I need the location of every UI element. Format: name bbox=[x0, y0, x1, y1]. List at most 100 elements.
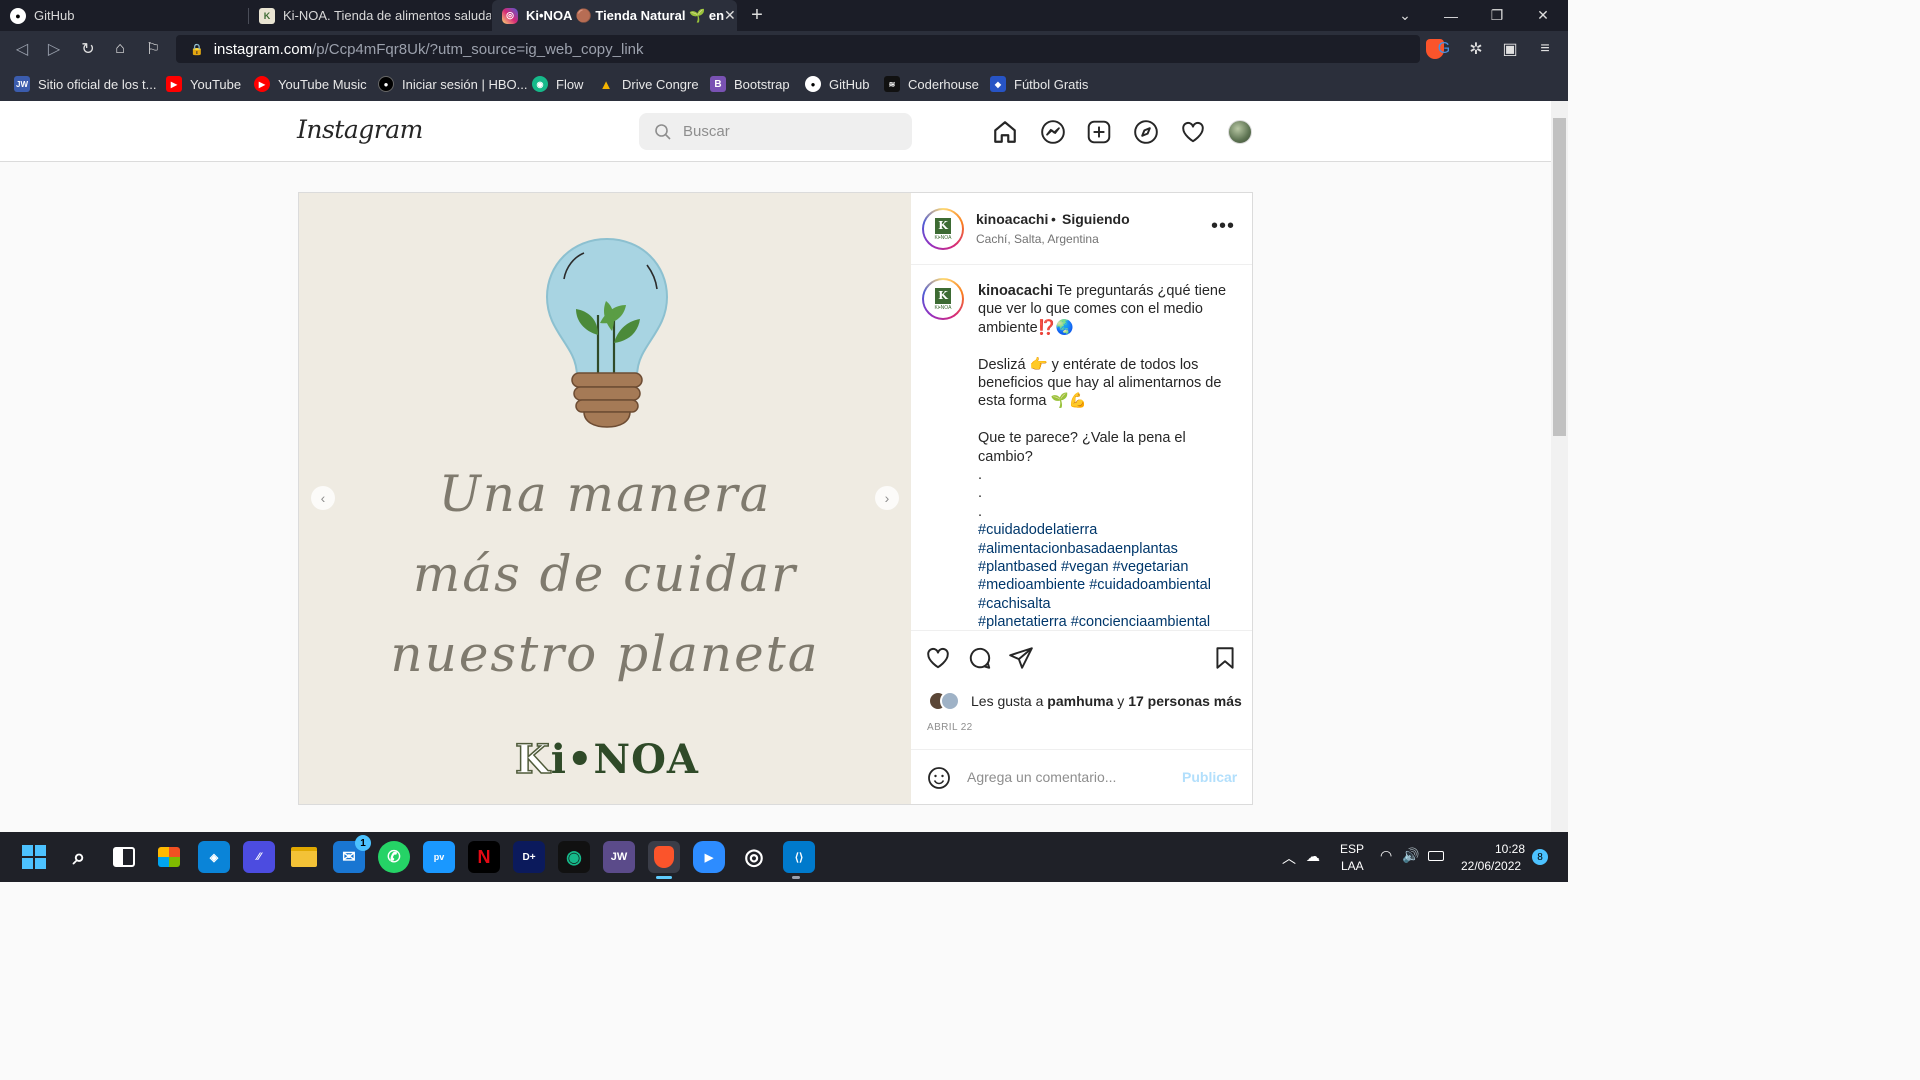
wallet-icon[interactable]: ▣ bbox=[1498, 37, 1522, 61]
flow-app-icon[interactable]: ◉ bbox=[558, 841, 590, 873]
bookmark-bootstrap[interactable]: B Bootstrap bbox=[710, 74, 790, 94]
prime-video-icon[interactable]: pv bbox=[423, 841, 455, 873]
tab-search-chevron-icon[interactable]: ⌄ bbox=[1382, 0, 1428, 31]
tray-overflow-chevron-icon[interactable]: ︿ bbox=[1282, 848, 1296, 868]
likes-user[interactable]: pamhuma bbox=[1047, 693, 1113, 709]
tab-title: Ki-NOA. Tienda de alimentos saludables bbox=[283, 8, 491, 23]
new-tab-button[interactable]: + bbox=[740, 0, 774, 31]
mail-icon[interactable]: ✉ 1 bbox=[333, 835, 371, 873]
home-icon[interactable] bbox=[992, 119, 1018, 145]
bookmark-flow[interactable]: ◉ Flow bbox=[532, 74, 583, 94]
following-button[interactable]: Siguiendo bbox=[1062, 211, 1130, 227]
keyboard-layout[interactable]: LAA bbox=[1341, 859, 1364, 873]
bookmark-youtube[interactable]: ▶ YouTube bbox=[166, 74, 241, 94]
file-explorer-icon[interactable] bbox=[288, 841, 320, 873]
tab-github[interactable]: ● GitHub bbox=[0, 0, 248, 31]
hashtag-line[interactable]: #planetatierra #concienciaambiental bbox=[978, 613, 1228, 629]
whatsapp-icon[interactable]: ✆ bbox=[378, 841, 410, 873]
messenger-icon[interactable] bbox=[1040, 119, 1066, 145]
hashtag-line[interactable]: #cuidadodelatierra bbox=[978, 521, 1228, 539]
scrollbar-thumb[interactable] bbox=[1553, 118, 1566, 436]
windows-start-icon[interactable] bbox=[18, 841, 50, 873]
tab-instagram[interactable]: ◎ Ki•NOA 🟤 Tienda Natural 🌱 en ✕ bbox=[492, 0, 737, 31]
hashtag-line[interactable]: #alimentacionbasadaenplantas bbox=[978, 540, 1228, 558]
clock-date[interactable]: 22/06/2022 bbox=[1461, 859, 1521, 873]
brave-browser-icon[interactable] bbox=[648, 841, 680, 873]
bookmark-label: Coderhouse bbox=[908, 76, 979, 92]
instagram-logo[interactable]: Instagram bbox=[297, 115, 423, 144]
comment-input[interactable] bbox=[967, 763, 1172, 791]
zoom-icon[interactable]: ▶ bbox=[693, 841, 725, 873]
forward-icon[interactable]: ▷ bbox=[42, 37, 66, 61]
home-icon[interactable]: ⌂ bbox=[108, 37, 132, 61]
more-options-icon[interactable]: ••• bbox=[1211, 215, 1235, 238]
carousel-next-button[interactable]: › bbox=[875, 486, 899, 510]
hashtag-line[interactable]: #cachisalta bbox=[978, 595, 1228, 613]
close-tab-icon[interactable]: ✕ bbox=[724, 7, 736, 24]
author-username[interactable]: kinoacachi bbox=[976, 211, 1048, 227]
disney-plus-icon[interactable]: D+ bbox=[513, 841, 545, 873]
running-app-indicator bbox=[792, 876, 800, 879]
obs-icon[interactable]: ◎ bbox=[738, 841, 770, 873]
like-heart-icon[interactable] bbox=[925, 645, 951, 671]
tab-kinoa-store[interactable]: K Ki-NOA. Tienda de alimentos saludables bbox=[249, 0, 491, 31]
task-view-icon[interactable] bbox=[108, 841, 140, 873]
bookmark-coderhouse[interactable]: ≋ Coderhouse bbox=[884, 74, 979, 94]
netflix-icon[interactable]: N bbox=[468, 841, 500, 873]
post-date[interactable]: ABRIL 22 bbox=[927, 722, 973, 733]
translate-icon[interactable]: G bbox=[1432, 37, 1456, 61]
emoji-icon[interactable] bbox=[927, 766, 951, 790]
clock-time[interactable]: 10:28 bbox=[1495, 842, 1525, 856]
restore-icon[interactable]: ❐ bbox=[1474, 0, 1520, 31]
store-icon[interactable] bbox=[153, 841, 185, 873]
vscode-icon[interactable]: ⟨⟩ bbox=[783, 841, 815, 873]
address-bar[interactable]: 🔒 instagram.com/p/Ccp4mFqr8Uk/?utm_sourc… bbox=[176, 35, 1444, 63]
close-window-icon[interactable]: ✕ bbox=[1520, 0, 1566, 31]
activity-heart-icon[interactable] bbox=[1180, 119, 1206, 145]
caption-avatar[interactable]: K Ki•NOA bbox=[922, 278, 964, 320]
bookmark-icon[interactable]: ⚐ bbox=[141, 37, 165, 61]
onedrive-icon[interactable]: ☁ bbox=[1306, 848, 1320, 865]
comment-icon[interactable] bbox=[967, 645, 993, 671]
extensions-icon[interactable]: ✲ bbox=[1464, 37, 1488, 61]
bookmark-futbol[interactable]: ◆ Fútbol Gratis bbox=[990, 74, 1088, 94]
app-blue-icon[interactable]: ◈ bbox=[198, 841, 230, 873]
bookmark-drive[interactable]: ▲ Drive Congre bbox=[598, 74, 699, 94]
hashtag-line[interactable]: #medioambiente #cuidadoambiental bbox=[978, 576, 1228, 594]
likers-avatars[interactable] bbox=[928, 691, 964, 711]
wifi-icon[interactable]: ◠ bbox=[1380, 847, 1392, 864]
caption-username[interactable]: kinoacachi bbox=[978, 283, 1053, 299]
jw-library-icon[interactable]: JW bbox=[603, 841, 635, 873]
new-post-icon[interactable] bbox=[1086, 119, 1112, 145]
hashtag-line[interactable]: #plantbased #vegan #vegetarian bbox=[978, 558, 1228, 576]
save-bookmark-icon[interactable] bbox=[1212, 645, 1238, 671]
profile-avatar[interactable] bbox=[1228, 120, 1252, 144]
search-bar[interactable] bbox=[639, 113, 912, 150]
search-icon[interactable]: ⌕ bbox=[63, 841, 95, 873]
bookmark-hbo[interactable]: ● Iniciar sesión | HBO... bbox=[378, 74, 527, 94]
battery-icon[interactable] bbox=[1428, 851, 1444, 861]
publish-button[interactable]: Publicar bbox=[1182, 769, 1237, 785]
bookmark-youtube-music[interactable]: ▶ YouTube Music bbox=[254, 74, 367, 94]
volume-icon[interactable]: 🔊 bbox=[1402, 847, 1419, 864]
likes-others[interactable]: 17 personas más bbox=[1128, 693, 1242, 709]
share-icon[interactable] bbox=[1008, 645, 1034, 671]
carousel-prev-button[interactable]: ‹ bbox=[311, 486, 335, 510]
bookmark-jw[interactable]: JW Sitio oficial de los t... bbox=[14, 74, 157, 94]
reload-icon[interactable]: ↻ bbox=[76, 37, 100, 61]
menu-icon[interactable]: ≡ bbox=[1533, 37, 1557, 61]
post-location[interactable]: Cachí, Salta, Argentina bbox=[976, 232, 1099, 246]
avatar-brand: Ki•NOA bbox=[934, 234, 952, 241]
search-input[interactable] bbox=[683, 123, 883, 140]
app-ai-icon[interactable]: ⁄⁄ bbox=[243, 841, 275, 873]
post-image[interactable]: Una manera más de cuidar nuestro planeta… bbox=[299, 193, 911, 804]
notification-badge[interactable]: 8 bbox=[1532, 849, 1548, 865]
bookmark-github[interactable]: ● GitHub bbox=[805, 74, 869, 94]
back-icon[interactable]: ◁ bbox=[10, 37, 34, 61]
language-indicator[interactable]: ESP bbox=[1340, 842, 1364, 856]
explore-icon[interactable] bbox=[1133, 119, 1159, 145]
likes-summary[interactable]: Les gusta a pamhuma y 17 personas más bbox=[971, 693, 1242, 709]
image-text-line-1: Una manera bbox=[438, 465, 772, 523]
minimize-icon[interactable]: — bbox=[1428, 0, 1474, 31]
author-avatar[interactable]: K Ki•NOA bbox=[922, 208, 964, 250]
